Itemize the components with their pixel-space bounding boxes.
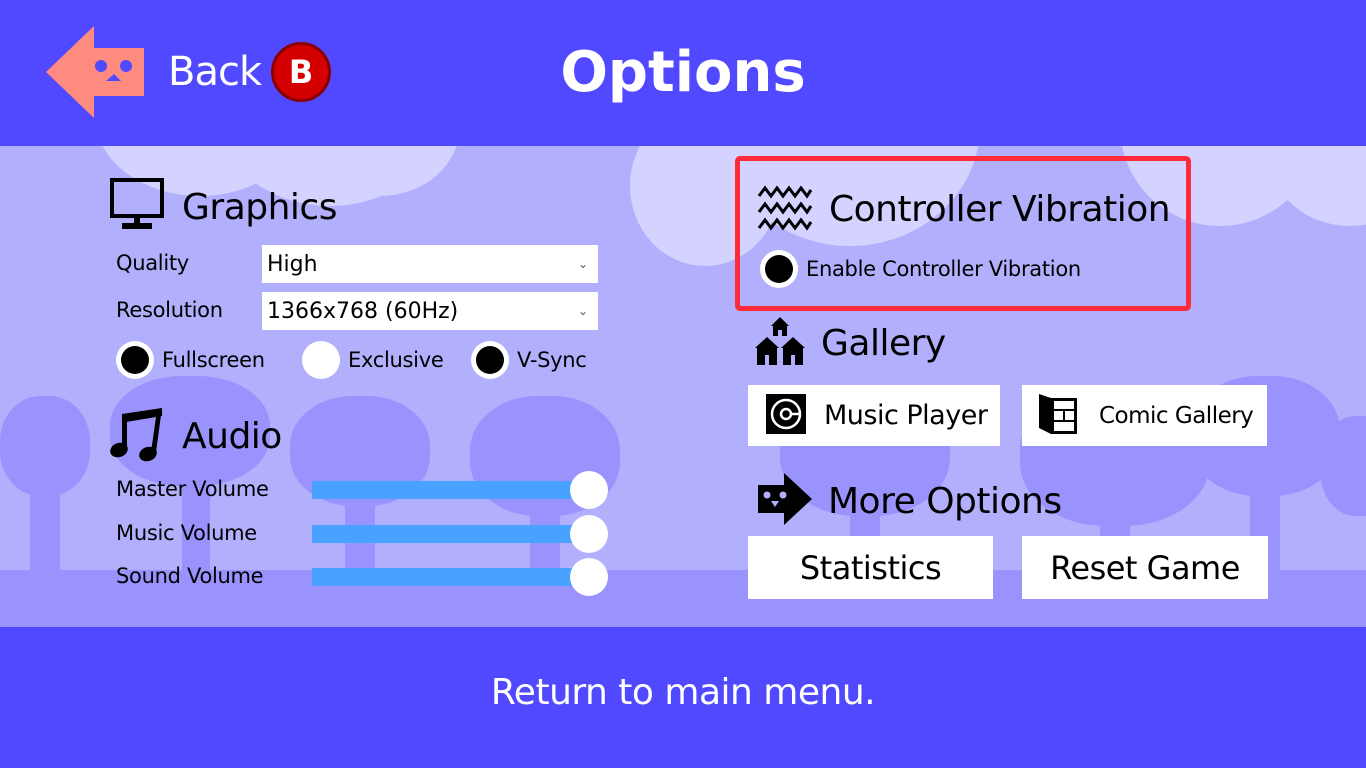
chevron-down-icon: ⌄: [577, 304, 588, 318]
houses-icon: [755, 315, 805, 371]
gallery-heading: Gallery: [755, 315, 946, 371]
checkbox-box: [760, 250, 798, 288]
arrow-face-icon: [758, 473, 812, 529]
footer-hint: Return to main menu.: [490, 672, 876, 713]
quality-value: High: [267, 251, 318, 277]
reset-game-button[interactable]: Reset Game: [1022, 536, 1268, 599]
statistics-button[interactable]: Statistics: [748, 536, 993, 599]
monitor-icon: [110, 178, 166, 236]
slider-fill: [312, 568, 589, 586]
check-dot: [121, 346, 149, 374]
comic-gallery-button[interactable]: Comic Gallery: [1022, 385, 1267, 446]
sound-volume-label: Sound Volume: [116, 564, 264, 588]
music-volume-label: Music Volume: [116, 521, 257, 545]
vibration-waves-icon: [757, 180, 813, 238]
enable-vibration-label: Enable Controller Vibration: [806, 257, 1081, 281]
vibration-heading: Controller Vibration: [757, 180, 1171, 238]
master-volume-slider[interactable]: [312, 471, 608, 509]
cloud: [1270, 146, 1366, 226]
music-player-label: Music Player: [824, 400, 988, 431]
tree: [0, 396, 90, 496]
comic-gallery-label: Comic Gallery: [1099, 402, 1254, 429]
master-volume-label: Master Volume: [116, 477, 269, 501]
audio-heading: Audio: [110, 406, 282, 466]
check-dot: [765, 255, 793, 283]
chevron-down-icon: ⌄: [577, 257, 588, 271]
fullscreen-checkbox[interactable]: Fullscreen: [116, 341, 265, 379]
disc-icon: [766, 393, 806, 438]
resolution-dropdown[interactable]: 1366x768 (60Hz) ⌄: [262, 292, 598, 330]
quality-label: Quality: [116, 251, 189, 275]
vibration-title: Controller Vibration: [829, 188, 1171, 230]
checkbox-box: [116, 341, 154, 379]
page-title: Options: [560, 40, 806, 105]
statistics-label: Statistics: [799, 548, 942, 587]
graphics-title: Graphics: [182, 186, 337, 228]
check-dot: [476, 346, 504, 374]
more-options-heading: More Options: [758, 473, 1062, 529]
more-options-title: More Options: [828, 480, 1062, 522]
graphics-heading: Graphics: [110, 178, 337, 236]
exclusive-checkbox[interactable]: Exclusive: [302, 341, 444, 379]
fullscreen-label: Fullscreen: [162, 348, 265, 372]
slider-fill: [312, 481, 589, 499]
enable-vibration-checkbox[interactable]: Enable Controller Vibration: [760, 250, 1081, 288]
checkbox-box: [471, 341, 509, 379]
audio-title: Audio: [182, 415, 282, 457]
resolution-label: Resolution: [116, 298, 223, 322]
slider-handle[interactable]: [570, 471, 608, 509]
slider-handle[interactable]: [570, 558, 608, 596]
exclusive-label: Exclusive: [348, 348, 444, 372]
music-player-button[interactable]: Music Player: [748, 385, 1000, 446]
sound-volume-slider[interactable]: [312, 558, 608, 596]
slider-handle[interactable]: [570, 515, 608, 553]
music-volume-slider[interactable]: [312, 515, 608, 553]
slider-fill: [312, 525, 589, 543]
reset-game-label: Reset Game: [1050, 548, 1240, 587]
checkbox-box: [302, 341, 340, 379]
comic-book-icon: [1039, 393, 1079, 438]
resolution-value: 1366x768 (60Hz): [267, 298, 459, 324]
quality-dropdown[interactable]: High ⌄: [262, 245, 598, 283]
vsync-checkbox[interactable]: V-Sync: [471, 341, 587, 379]
music-note-icon: [110, 406, 166, 466]
vsync-label: V-Sync: [517, 348, 587, 372]
gallery-title: Gallery: [821, 322, 946, 364]
